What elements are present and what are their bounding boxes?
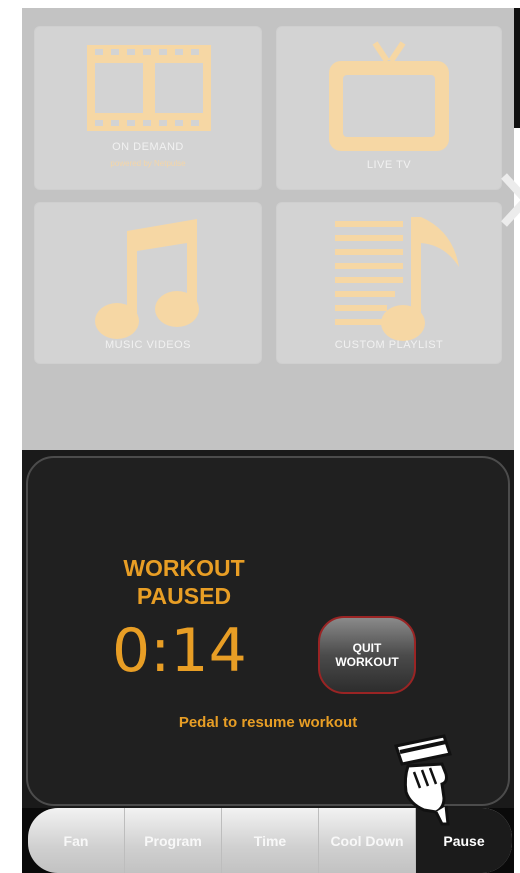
tile-on-demand[interactable]: ON DEMAND powered by Netpulse — [34, 26, 262, 190]
tile-label: ON DEMAND — [112, 141, 184, 153]
workout-status: WORKOUT PAUSED — [114, 554, 254, 610]
resume-hint: Pedal to resume workout — [178, 714, 358, 731]
frame-edge — [514, 8, 520, 128]
program-button[interactable]: Program — [125, 808, 222, 873]
workout-timer: 0:14 — [112, 616, 247, 686]
quit-workout-button[interactable]: QUIT WORKOUT — [318, 616, 416, 694]
tile-label: MUSIC VIDEOS — [104, 339, 192, 351]
chevron-right-icon[interactable] — [498, 170, 520, 230]
pointing-hand-icon — [394, 734, 452, 826]
status-line-1: WORKOUT — [123, 555, 245, 581]
fan-button[interactable]: Fan — [28, 808, 125, 873]
media-menu-panel: ON DEMAND powered by Netpulse LIVE TV MU… — [22, 8, 520, 450]
tile-label: CUSTOM PLAYLIST — [334, 339, 444, 351]
netpulse-credit: powered by Netpulse — [110, 159, 186, 168]
status-line-2: PAUSED — [136, 583, 232, 609]
quit-label-line-2: WORKOUT — [335, 655, 399, 669]
tile-live-tv[interactable]: LIVE TV — [276, 26, 502, 190]
quit-label-line-1: QUIT — [352, 641, 382, 655]
tile-custom-playlist[interactable]: CUSTOM PLAYLIST — [276, 202, 502, 364]
time-button[interactable]: Time — [222, 808, 319, 873]
tile-music-videos[interactable]: MUSIC VIDEOS — [34, 202, 262, 364]
tile-label: LIVE TV — [366, 159, 412, 171]
